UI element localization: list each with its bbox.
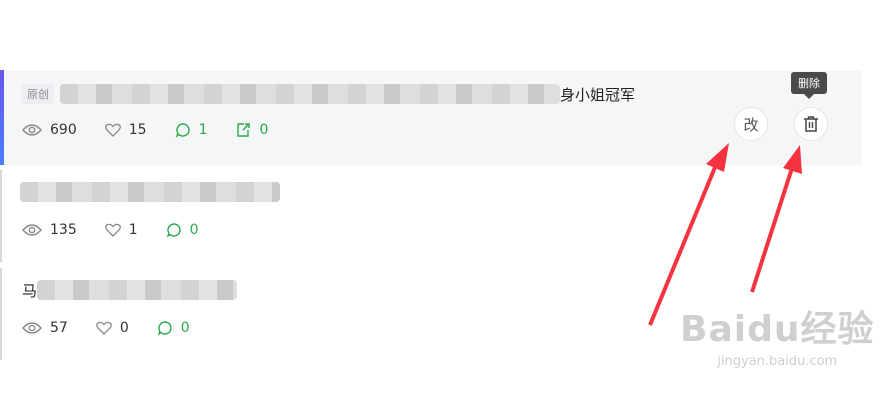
red-arrow-to-edit [648,143,729,326]
watermark-logo-text: Baidu经验 [680,309,875,350]
red-arrow-to-delete [750,145,802,293]
baidu-watermark: Baidu经验 jingyan.baidu.com [680,300,874,369]
watermark-url: jingyan.baidu.com [717,354,838,369]
